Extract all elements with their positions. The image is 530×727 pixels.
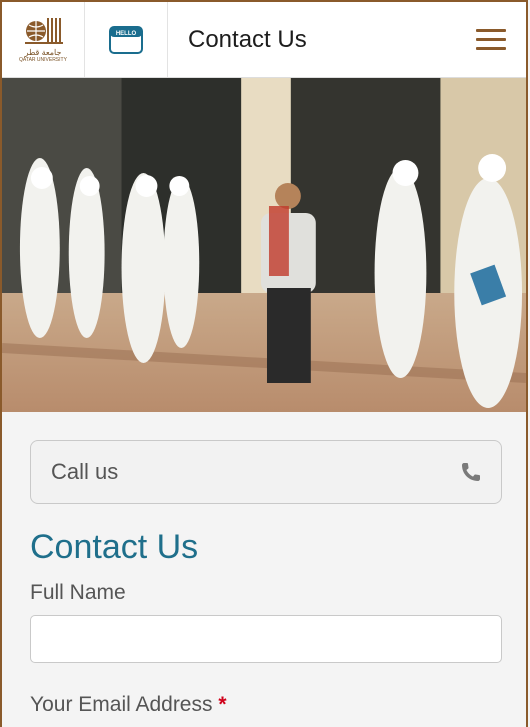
phone-icon <box>462 463 480 481</box>
top-header: جامعة قطر QATAR UNIVERSITY HELLO Contact… <box>2 0 526 78</box>
qu-emblem-icon <box>25 18 63 44</box>
email-label: Your Email Address <box>30 693 213 716</box>
hello-badge-text: HELLO <box>116 31 137 37</box>
full-name-input[interactable] <box>30 615 502 663</box>
hello-badge-icon: HELLO <box>109 25 143 54</box>
email-label-row: Your Email Address * <box>30 693 510 717</box>
contact-content: Call us Contact Us Full Name Your Email … <box>2 412 526 717</box>
app-frame: جامعة قطر QATAR UNIVERSITY HELLO Contact… <box>0 0 528 727</box>
logo-english-text: QATAR UNIVERSITY <box>19 57 67 63</box>
menu-button[interactable] <box>456 2 526 77</box>
full-name-label: Full Name <box>30 581 126 604</box>
contact-us-heading: Contact Us <box>30 528 199 566</box>
required-marker: * <box>218 693 227 716</box>
hello-badge-button[interactable]: HELLO <box>85 2 168 77</box>
logo-arabic-text: جامعة قطر <box>24 48 62 57</box>
campus-students-photo <box>2 78 526 412</box>
page-title: Contact Us <box>188 25 307 53</box>
university-logo[interactable]: جامعة قطر QATAR UNIVERSITY <box>2 2 85 77</box>
hamburger-menu-icon <box>476 23 506 56</box>
call-us-button[interactable]: Call us <box>30 440 502 504</box>
call-us-label: Call us <box>51 459 119 484</box>
